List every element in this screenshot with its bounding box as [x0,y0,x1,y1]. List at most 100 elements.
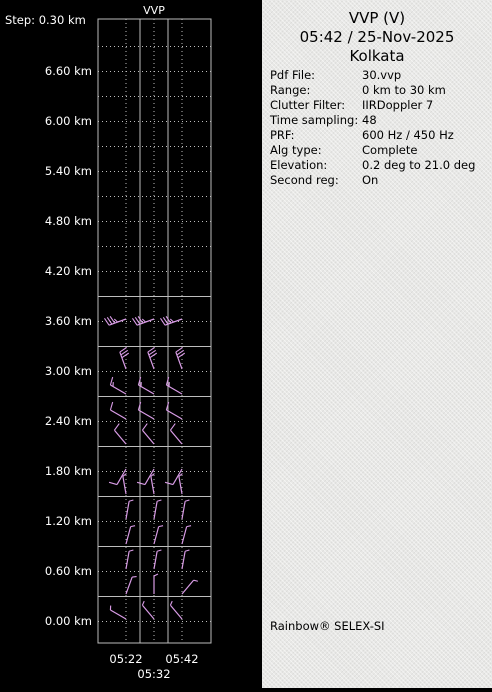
wind-barb [126,577,137,594]
wind-barb [182,500,189,519]
barb-staff [126,551,129,569]
info-value: 48 [362,113,377,128]
wind-barb [138,402,154,419]
info-key: Second reg: [270,173,339,188]
wind-barb [132,316,154,325]
brand-label: Rainbow® SELEX-SI [270,619,385,633]
wind-barb [166,402,182,419]
barb-feather [157,550,161,551]
wind-barb [126,526,135,544]
barb-feather [157,500,161,501]
barb-feather [131,526,135,527]
barb-staff [110,610,126,619]
barb-staff [154,551,157,569]
wind-barb [154,574,158,594]
barb-feather [187,526,191,527]
info-value: 30.vvp [362,68,401,83]
product-datetime: 05:42 / 25-Nov-2025 [262,28,492,46]
barb-staff [154,527,159,544]
info-key: Elevation: [270,158,327,173]
info-value: IIRDoppler 7 [362,98,433,113]
info-value: 0.2 deg to 21.0 deg [362,158,475,173]
y-tick-label: 0.60 km [45,564,92,578]
wind-barb [154,526,163,544]
wind-barb [110,402,126,419]
wind-barb [176,347,185,369]
info-value: 0 km to 30 km [362,83,446,98]
barb-staff [126,527,131,544]
y-tick-label: 4.80 km [45,214,92,228]
y-tick-label: 6.00 km [45,114,92,128]
wind-barb [142,601,154,619]
barb-feather [137,482,145,484]
barb-staff [179,476,182,494]
wind-barb [104,316,126,325]
barb-staff [170,605,182,619]
wind-barb [170,601,182,619]
x-tick-label: 05:42 [165,652,198,666]
y-tick-label: 3.00 km [45,364,92,378]
barb-feather [110,402,112,410]
barb-feather [129,550,133,551]
barb-feather [185,550,189,551]
info-value: 600 Hz / 450 Hz [362,128,454,143]
wind-barb [138,377,154,394]
barb-staff [170,430,182,444]
wind-barb [154,550,161,569]
barb-staff [138,410,154,419]
y-tick-label: 0.00 km [45,614,92,628]
info-key: PRF: [270,128,295,143]
wind-barb [110,606,126,619]
info-key: Alg type: [270,143,322,158]
barb-staff [166,410,182,419]
info-key: Pdf File: [270,68,315,83]
chart-panel: VVP Step: 0.30 km 0.00 km 0.60 km 1.20 km 1.… [0,0,262,688]
chart-title: VVP [143,4,165,17]
y-tick-label: 1.20 km [45,514,92,528]
barb-staff [110,410,126,419]
y-tick-label: 5.40 km [45,164,92,178]
info-panel: VVP (V) 05:42 / 25-Nov-2025 Kolkata Pdf … [262,0,492,688]
barb-staff [114,430,126,444]
barb-feather [185,500,189,501]
barb-feather [129,500,133,501]
info-key: Clutter Filter: [270,98,345,113]
barb-staff [182,551,185,569]
wind-barb [126,550,133,569]
step-label: Step: 0.30 km [5,13,86,27]
wind-barb [110,377,126,394]
info-key: Time sampling: [270,113,358,128]
x-tick-label: 05:22 [109,652,142,666]
barb-staff [126,577,132,594]
y-tick-label: 2.40 km [45,414,92,428]
y-tick-label: 1.80 km [45,464,92,478]
y-axis-labels: Step: 0.30 km 0.00 km 0.60 km 1.20 km 1.80 k… [5,13,92,628]
wind-barb [166,377,182,394]
barb-feather [142,424,147,431]
wind-barb [170,424,182,444]
plot-grid [98,19,211,643]
wind-barb [182,580,198,594]
barb-staff [182,580,194,594]
y-tick-label: 4.20 km [45,264,92,278]
barb-feather [159,526,163,527]
barb-feather [142,601,144,605]
barb-feather [110,377,112,385]
wind-barb [182,526,191,544]
barb-feather [114,424,119,431]
y-tick-label: 6.60 km [45,64,92,78]
wind-barb [154,500,161,519]
vvp-chart: VVP Step: 0.30 km 0.00 km 0.60 km 1.20 km 1.… [0,0,262,688]
x-tick-label: 05:32 [137,667,170,681]
wind-barb [148,347,157,369]
barb-feather [165,482,173,484]
info-value: Complete [362,143,417,158]
barb-staff [142,430,154,444]
barb-staff [182,527,187,544]
x-axis-labels: 05:22 05:4205:32 [109,652,198,681]
barb-staff [142,605,154,619]
wind-barb [142,424,154,444]
barb-staff [123,476,126,494]
barb-feather [109,482,117,484]
y-tick-label: 3.60 km [45,314,92,328]
